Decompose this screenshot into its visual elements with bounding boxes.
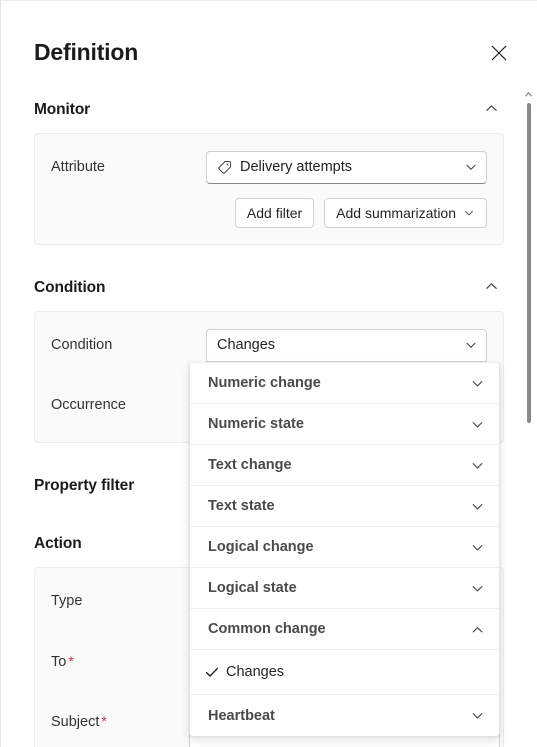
scrollbar-thumb[interactable] — [527, 103, 531, 423]
dropdown-option-label: Numeric state — [208, 416, 304, 432]
type-label: Type — [51, 593, 83, 609]
attribute-label: Attribute — [51, 159, 105, 175]
chevron-up-icon — [484, 101, 499, 119]
close-button[interactable] — [483, 37, 515, 69]
section-title-action: Action — [34, 535, 82, 552]
collapse-toggle-monitor[interactable] — [478, 97, 504, 123]
page-title: Definition — [34, 39, 139, 66]
monitor-actions: Add filter Add summarization — [51, 198, 487, 228]
dropdown-option-label: Heartbeat — [208, 707, 275, 724]
dropdown-option-text-state[interactable]: Text state — [190, 486, 499, 527]
dropdown-option-logical-change[interactable]: Logical change — [190, 527, 499, 568]
dropdown-option-label: Text state — [208, 498, 275, 514]
monitor-card: Attribute Delivery attempts Add filter A… — [34, 133, 504, 245]
close-icon — [490, 44, 508, 62]
attribute-select[interactable]: Delivery attempts — [206, 150, 487, 184]
subject-label-text: Subject — [51, 713, 100, 730]
attribute-row: Attribute Delivery attempts — [51, 148, 487, 186]
subject-label: Subject * — [51, 713, 206, 730]
tag-icon — [217, 160, 232, 175]
section-title-property-filter: Property filter — [34, 477, 135, 494]
attribute-value: Delivery attempts — [240, 159, 353, 175]
to-label: To * — [51, 653, 206, 670]
required-asterisk: * — [68, 652, 74, 669]
check-icon — [204, 664, 226, 680]
condition-select[interactable]: Changes — [206, 328, 487, 362]
condition-row: Condition Changes — [51, 326, 487, 364]
dropdown-option-numeric-change[interactable]: Numeric change — [190, 363, 499, 404]
scroll-up-arrow-icon[interactable] — [524, 90, 533, 99]
section-title-monitor: Monitor — [34, 101, 91, 118]
dropdown-option-logical-state[interactable]: Logical state — [190, 568, 499, 609]
dropdown-option-common-change[interactable]: Common change — [190, 609, 499, 650]
add-summarization-button[interactable]: Add summarization — [324, 198, 487, 228]
chevron-up-icon — [484, 279, 499, 297]
occurrence-label: Occurrence — [51, 397, 126, 413]
add-filter-button[interactable]: Add filter — [234, 198, 315, 228]
dropdown-option-label: Changes — [226, 664, 285, 680]
required-asterisk: * — [101, 712, 107, 729]
collapse-toggle-condition[interactable] — [478, 275, 504, 301]
dropdown-option-numeric-state[interactable]: Numeric state — [190, 404, 499, 445]
dropdown-option-heartbeat[interactable]: Heartbeat — [190, 695, 499, 736]
chevron-up-icon[interactable] — [470, 622, 485, 637]
dropdown-option-text-change[interactable]: Text change — [190, 445, 499, 486]
chevron-down-icon — [463, 207, 475, 219]
condition-dropdown-listbox[interactable]: Numeric change Numeric state Text change… — [189, 363, 500, 737]
dropdown-option-label: Text change — [208, 457, 292, 473]
chevron-down-icon[interactable] — [470, 581, 485, 596]
section-title-condition: Condition — [34, 279, 106, 296]
chevron-down-icon[interactable] — [470, 458, 485, 473]
add-summarization-label: Add summarization — [336, 205, 456, 221]
dropdown-option-label: Logical change — [208, 539, 314, 555]
condition-label: Condition — [51, 337, 113, 353]
add-filter-label: Add filter — [246, 205, 303, 221]
to-label-text: To — [51, 653, 67, 670]
chevron-down-icon[interactable] — [470, 499, 485, 514]
vertical-scrollbar[interactable] — [520, 89, 536, 747]
dropdown-option-label: Numeric change — [208, 375, 321, 391]
dropdown-option-label: Common change — [208, 621, 326, 637]
section-header-condition: Condition — [34, 267, 504, 309]
chevron-down-icon — [464, 160, 478, 174]
chevron-down-icon[interactable] — [470, 417, 485, 432]
chevron-down-icon — [464, 338, 478, 352]
section-header-monitor: Monitor — [34, 89, 504, 131]
condition-value: Changes — [217, 337, 276, 353]
chevron-down-icon[interactable] — [470, 708, 485, 723]
panel-header: Definition — [1, 25, 537, 81]
dropdown-option-changes[interactable]: Changes — [190, 650, 499, 695]
dropdown-option-label: Logical state — [208, 580, 297, 596]
chevron-down-icon[interactable] — [470, 376, 485, 391]
definition-panel: Definition Monitor Attribute Delivery at… — [0, 0, 537, 747]
chevron-down-icon[interactable] — [470, 540, 485, 555]
